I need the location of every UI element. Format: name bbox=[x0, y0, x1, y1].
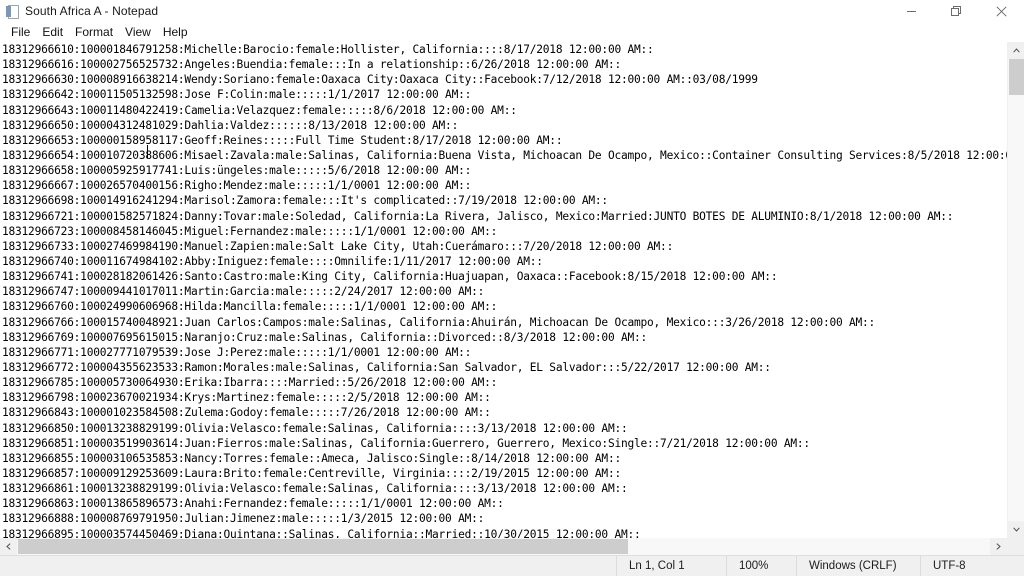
chevron-down-icon bbox=[1013, 527, 1020, 532]
menu-item-file[interactable]: File bbox=[5, 23, 36, 41]
text-cursor bbox=[147, 145, 148, 158]
text-line: 18312966654:100010720388606:Misael:Zaval… bbox=[2, 148, 1007, 162]
menu-bar: File Edit Format View Help bbox=[0, 22, 1024, 42]
window-title: South Africa A - Notepad bbox=[25, 4, 159, 18]
text-line: 18312966851:100003519903614:Juan:Fierros… bbox=[2, 436, 810, 450]
text-line: 18312966610:100001846791258:Michelle:Bar… bbox=[2, 43, 654, 56]
text-line: 18312966653:100000158958117:Geoff:Reines… bbox=[2, 133, 563, 147]
maximize-button[interactable] bbox=[934, 0, 979, 22]
resize-grip[interactable] bbox=[1010, 556, 1024, 576]
status-zoom-level[interactable]: 100% bbox=[726, 555, 796, 576]
text-line: 18312966888:100008769791950:Julian:Jimen… bbox=[2, 512, 485, 526]
scroll-left-button[interactable] bbox=[0, 538, 17, 555]
vertical-scroll-thumb[interactable] bbox=[1009, 59, 1024, 95]
horizontal-scroll-thumb[interactable] bbox=[18, 539, 628, 554]
text-line: 18312966798:100023670021934:Krys:Martine… bbox=[2, 391, 491, 405]
scroll-right-button[interactable] bbox=[990, 538, 1007, 555]
text-line: 18312966785:100005730064930:Erika:Ibarra… bbox=[2, 376, 498, 390]
minimize-icon bbox=[907, 10, 916, 12]
status-bar: Ln 1, Col 1 100% Windows (CRLF) UTF-8 bbox=[0, 555, 1024, 576]
text-line: 18312966650:100004312481029:Dahlia:Valde… bbox=[2, 118, 459, 132]
chevron-left-icon bbox=[6, 543, 11, 550]
text-line: 18312966895:100003574450469:Diana:Quinta… bbox=[2, 527, 641, 539]
scroll-up-button[interactable] bbox=[1008, 42, 1024, 59]
text-editor[interactable]: 18312966610:100001846791258:Michelle:Bar… bbox=[0, 42, 1007, 538]
title-bar-left: South Africa A - Notepad bbox=[0, 4, 159, 19]
text-line: 18312966643:100011480422419:Camelia:Vela… bbox=[2, 103, 517, 117]
close-icon bbox=[996, 5, 1007, 17]
notepad-icon bbox=[6, 4, 19, 19]
chevron-up-icon bbox=[1013, 48, 1020, 53]
text-line: 18312966658:100005925917741:Luis:üngeles… bbox=[2, 164, 472, 178]
scroll-down-button[interactable] bbox=[1008, 521, 1024, 538]
text-line: 18312966861:100013238829199:Olivia:Velas… bbox=[2, 482, 628, 496]
text-line: 18312966747:100009441017011:Martin:Garci… bbox=[2, 285, 485, 299]
minimize-button[interactable] bbox=[889, 0, 934, 22]
scrollbar-corner bbox=[1007, 538, 1024, 555]
title-bar[interactable]: South Africa A - Notepad bbox=[0, 0, 1024, 22]
text-line: 18312966863:100013865896573:Anahi:Fernan… bbox=[2, 497, 504, 511]
text-line: 18312966698:100014916241294:Marisol:Zamo… bbox=[2, 194, 608, 208]
text-line: 18312966843:100001023584508:Zulema:Godoy… bbox=[2, 406, 491, 420]
status-cursor-position: Ln 1, Col 1 bbox=[616, 555, 726, 576]
menu-item-format[interactable]: Format bbox=[69, 23, 119, 41]
chevron-right-icon bbox=[996, 543, 1001, 550]
text-line: 18312966740:100011674984102:Abby:Iniguez… bbox=[2, 254, 543, 268]
text-line: 18312966723:100008458146045:Miguel:Ferna… bbox=[2, 224, 498, 238]
menu-item-view[interactable]: View bbox=[119, 23, 157, 41]
vertical-scrollbar[interactable] bbox=[1007, 42, 1024, 538]
text-line: 18312966616:100002756525732:Angeles:Buen… bbox=[2, 58, 621, 72]
text-line: 18312966771:100027771079539:Jose J:Perez… bbox=[2, 345, 472, 359]
text-line: 18312966733:100027469984190:Manuel:Zapie… bbox=[2, 239, 674, 253]
restore-icon bbox=[951, 5, 961, 16]
text-line: 18312966721:100001582571824:Danny:Tovar:… bbox=[2, 209, 954, 223]
window-controls bbox=[889, 0, 1024, 22]
vertical-scroll-track[interactable] bbox=[1008, 59, 1024, 521]
horizontal-scrollbar[interactable] bbox=[0, 538, 1007, 555]
status-line-ending[interactable]: Windows (CRLF) bbox=[796, 555, 920, 576]
text-line: 18312966769:100007695615015:Naranjo:Cruz… bbox=[2, 330, 648, 344]
text-line: 18312966760:100024990606968:Hilda:Mancil… bbox=[2, 300, 498, 314]
close-button[interactable] bbox=[979, 0, 1024, 22]
text-line: 18312966857:100009129253609:Laura:Brito:… bbox=[2, 466, 621, 480]
menu-item-help[interactable]: Help bbox=[157, 23, 194, 41]
status-encoding[interactable]: UTF-8 bbox=[920, 555, 1010, 576]
text-line: 18312966741:100028182061426:Santo:Castro… bbox=[2, 270, 778, 284]
text-line: 18312966766:100015740048921:Juan Carlos:… bbox=[2, 315, 876, 329]
menu-item-edit[interactable]: Edit bbox=[36, 23, 69, 41]
editor-area: 18312966610:100001846791258:Michelle:Bar… bbox=[0, 42, 1024, 555]
text-line: 18312966667:100026570400156:Righo:Mendez… bbox=[2, 179, 472, 193]
text-line: 18312966850:100013238829199:Olivia:Velas… bbox=[2, 421, 628, 435]
notepad-window: South Africa A - Notepad File Edit Forma… bbox=[0, 0, 1024, 576]
text-line: 18312966630:100008916638214:Wendy:Sorian… bbox=[2, 73, 758, 87]
text-line: 18312966642:100011505132598:Jose F:Colin… bbox=[2, 88, 472, 102]
text-line: 18312966772:100004355623533:Ramon:Morale… bbox=[2, 360, 771, 374]
text-line: 18312966855:100003106535853:Nancy:Torres… bbox=[2, 451, 621, 465]
